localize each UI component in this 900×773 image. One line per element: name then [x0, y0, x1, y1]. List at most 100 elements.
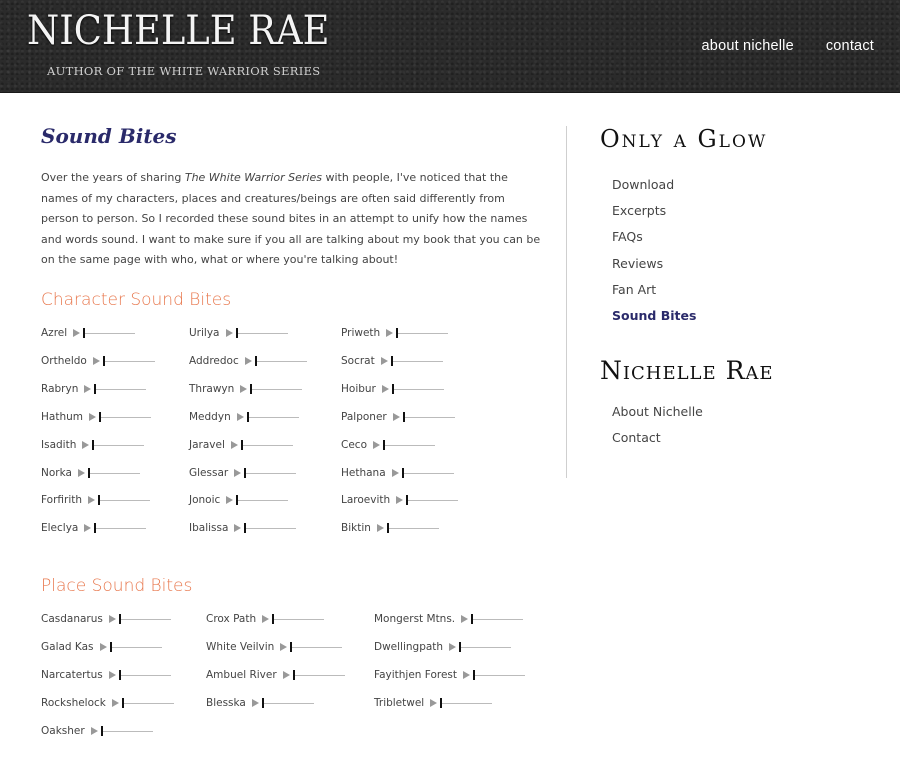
- sidebar-link-download[interactable]: Download: [612, 177, 674, 192]
- audio-progress-bar[interactable]: [292, 669, 345, 681]
- play-icon[interactable]: [280, 643, 288, 651]
- seek-handle[interactable]: [261, 698, 264, 708]
- audio-progress-bar[interactable]: [235, 327, 288, 339]
- seek-handle[interactable]: [471, 614, 474, 624]
- audio-progress-bar[interactable]: [390, 355, 443, 367]
- play-icon[interactable]: [77, 468, 85, 477]
- seek-handle[interactable]: [459, 642, 462, 652]
- audio-progress-bar[interactable]: [83, 327, 136, 339]
- seek-handle[interactable]: [121, 698, 124, 708]
- audio-progress-bar[interactable]: [246, 411, 299, 423]
- audio-progress-bar[interactable]: [244, 467, 297, 479]
- seek-handle[interactable]: [92, 439, 95, 450]
- seek-handle[interactable]: [235, 328, 238, 338]
- audio-progress-bar[interactable]: [396, 327, 449, 339]
- audio-progress-bar[interactable]: [92, 439, 145, 451]
- audio-progress-bar[interactable]: [383, 439, 435, 451]
- audio-progress-bar[interactable]: [250, 383, 303, 395]
- play-icon[interactable]: [82, 440, 90, 449]
- site-title[interactable]: NICHELLE RAE: [27, 8, 329, 54]
- nav-contact[interactable]: contact: [826, 38, 874, 54]
- seek-handle[interactable]: [102, 355, 105, 366]
- seek-handle[interactable]: [406, 495, 409, 506]
- seek-handle[interactable]: [100, 726, 103, 736]
- play-icon[interactable]: [240, 384, 248, 393]
- audio-progress-bar[interactable]: [100, 725, 153, 737]
- play-icon[interactable]: [84, 524, 92, 533]
- seek-handle[interactable]: [240, 439, 243, 450]
- play-icon[interactable]: [99, 643, 107, 651]
- play-icon[interactable]: [90, 727, 98, 735]
- seek-handle[interactable]: [109, 642, 112, 652]
- audio-progress-bar[interactable]: [261, 697, 314, 709]
- audio-progress-bar[interactable]: [109, 641, 162, 653]
- play-icon[interactable]: [84, 384, 92, 393]
- play-icon[interactable]: [244, 356, 252, 365]
- play-icon[interactable]: [111, 699, 119, 707]
- seek-handle[interactable]: [87, 467, 90, 478]
- seek-handle[interactable]: [390, 355, 393, 366]
- seek-handle[interactable]: [244, 523, 247, 534]
- audio-progress-bar[interactable]: [290, 641, 343, 653]
- seek-handle[interactable]: [254, 355, 257, 366]
- seek-handle[interactable]: [236, 495, 239, 506]
- seek-handle[interactable]: [292, 670, 295, 680]
- sidebar-link-excerpts[interactable]: Excerpts: [612, 203, 666, 218]
- play-icon[interactable]: [108, 671, 116, 679]
- seek-handle[interactable]: [94, 383, 97, 394]
- play-icon[interactable]: [108, 615, 116, 623]
- audio-progress-bar[interactable]: [98, 494, 151, 506]
- play-icon[interactable]: [234, 468, 242, 477]
- nav-about-nichelle[interactable]: about nichelle: [702, 38, 794, 54]
- audio-progress-bar[interactable]: [272, 613, 325, 625]
- play-icon[interactable]: [262, 615, 270, 623]
- seek-handle[interactable]: [98, 495, 101, 506]
- audio-progress-bar[interactable]: [118, 613, 171, 625]
- play-icon[interactable]: [89, 412, 96, 421]
- audio-progress-bar[interactable]: [102, 355, 155, 367]
- seek-handle[interactable]: [250, 383, 253, 394]
- play-icon[interactable]: [251, 699, 259, 707]
- play-icon[interactable]: [225, 329, 233, 337]
- sidebar-link-contact[interactable]: Contact: [612, 430, 661, 445]
- audio-progress-bar[interactable]: [118, 669, 171, 681]
- seek-handle[interactable]: [244, 467, 247, 478]
- sidebar-link-sound-bites[interactable]: Sound Bites: [612, 308, 696, 323]
- seek-handle[interactable]: [83, 328, 86, 338]
- audio-progress-bar[interactable]: [473, 669, 526, 681]
- play-icon[interactable]: [376, 524, 384, 533]
- play-icon[interactable]: [73, 329, 81, 337]
- play-icon[interactable]: [380, 356, 388, 365]
- audio-progress-bar[interactable]: [391, 383, 444, 395]
- audio-progress-bar[interactable]: [401, 467, 454, 479]
- audio-progress-bar[interactable]: [406, 494, 459, 506]
- audio-progress-bar[interactable]: [254, 355, 307, 367]
- sidebar-link-fan-art[interactable]: Fan Art: [612, 282, 656, 297]
- play-icon[interactable]: [381, 384, 389, 393]
- play-icon[interactable]: [88, 496, 96, 505]
- seek-handle[interactable]: [118, 670, 121, 680]
- play-icon[interactable]: [430, 699, 438, 707]
- play-icon[interactable]: [234, 524, 242, 533]
- audio-progress-bar[interactable]: [471, 613, 524, 625]
- audio-progress-bar[interactable]: [440, 697, 493, 709]
- play-icon[interactable]: [226, 496, 234, 505]
- play-icon[interactable]: [236, 412, 244, 421]
- seek-handle[interactable]: [246, 411, 249, 422]
- play-icon[interactable]: [386, 329, 394, 337]
- play-icon[interactable]: [282, 671, 290, 679]
- play-icon[interactable]: [92, 356, 100, 365]
- seek-handle[interactable]: [401, 467, 404, 478]
- sidebar-link-reviews[interactable]: Reviews: [612, 256, 663, 271]
- seek-handle[interactable]: [272, 614, 275, 624]
- play-icon[interactable]: [449, 643, 457, 651]
- play-icon[interactable]: [373, 440, 380, 449]
- audio-progress-bar[interactable]: [240, 439, 293, 451]
- seek-handle[interactable]: [386, 523, 389, 534]
- seek-handle[interactable]: [118, 614, 121, 624]
- seek-handle[interactable]: [99, 411, 101, 422]
- play-icon[interactable]: [230, 440, 238, 449]
- play-icon[interactable]: [461, 615, 469, 623]
- seek-handle[interactable]: [396, 328, 399, 338]
- play-icon[interactable]: [463, 671, 471, 679]
